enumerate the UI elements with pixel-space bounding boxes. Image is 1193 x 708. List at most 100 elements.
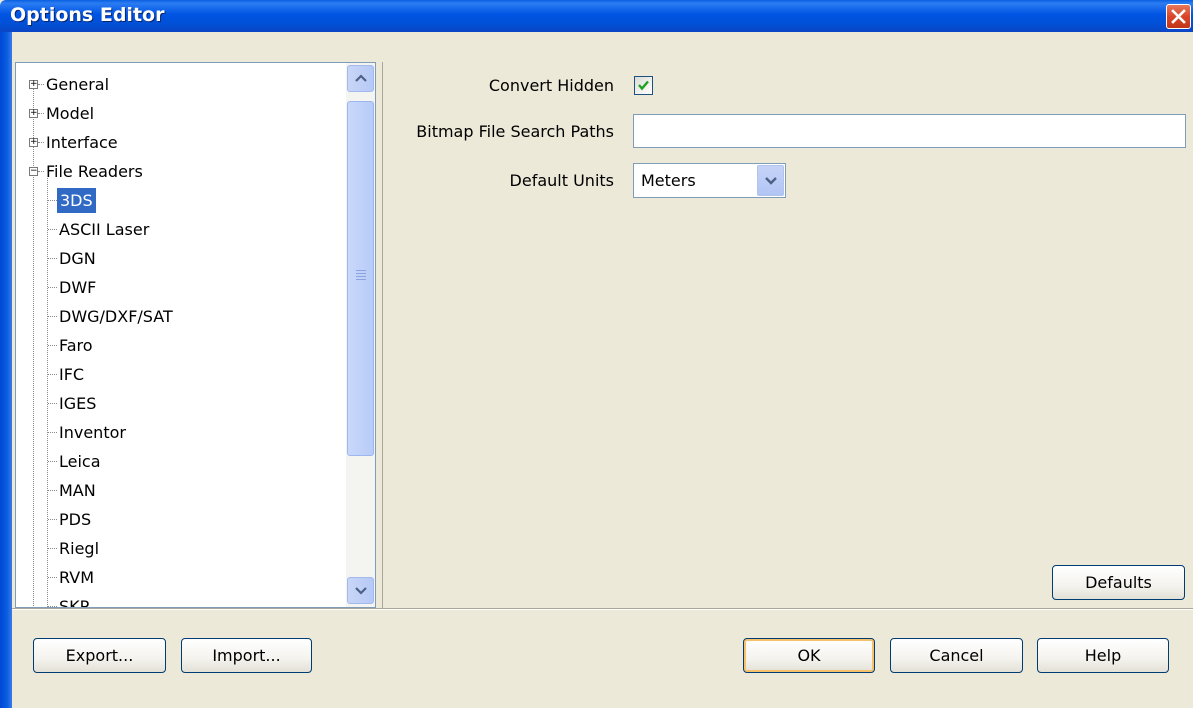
tree-item-label: Inventor: [59, 423, 126, 442]
default-units-label: Default Units: [509, 171, 614, 190]
tree-connector: [48, 258, 57, 259]
tree-connector: [48, 577, 57, 578]
tree-item[interactable]: + Model: [16, 99, 336, 128]
convert-hidden-checkbox[interactable]: [634, 76, 653, 95]
window-frame-left: [0, 32, 12, 708]
tree-connector: [48, 345, 57, 346]
dropdown-arrow-icon: [765, 177, 777, 185]
tree-item-label: DWG/DXF/SAT: [59, 307, 173, 326]
tree-connector: [48, 606, 57, 607]
tree-item-label: Leica: [59, 452, 101, 471]
bottom-separator: [12, 608, 1193, 610]
tree-connector: [48, 461, 57, 462]
checkmark-icon: [638, 80, 649, 91]
tree-item-label: 3DS: [57, 188, 96, 213]
tree-connector: [48, 403, 57, 404]
import-button[interactable]: Import...: [181, 638, 312, 673]
title-bar: Options Editor: [0, 0, 1193, 32]
grip-line: [356, 276, 366, 277]
close-icon: [1171, 9, 1186, 24]
tree-item[interactable]: SKP: [16, 592, 336, 608]
tree-item[interactable]: + Interface: [16, 128, 336, 157]
tree-connector: [48, 374, 57, 375]
window-title: Options Editor: [10, 4, 165, 26]
tree-item-label: RVM: [59, 568, 94, 587]
default-units-value: Meters: [641, 171, 696, 190]
tree-item[interactable]: MAN: [16, 476, 336, 505]
tree-item[interactable]: DGN: [16, 244, 336, 273]
tree-item-label: Faro: [59, 336, 93, 355]
tree-connector: [48, 316, 57, 317]
expand-icon[interactable]: +: [29, 80, 38, 89]
tree-item[interactable]: ASCII Laser: [16, 215, 336, 244]
tree-item[interactable]: Inventor: [16, 418, 336, 447]
tree-item-label: SKP: [59, 597, 90, 608]
tree-item[interactable]: Riegl: [16, 534, 336, 563]
bitmap-paths-label: Bitmap File Search Paths: [416, 122, 614, 141]
bitmap-paths-input[interactable]: [633, 114, 1186, 148]
tree-content: + General + Model + Interface − File Readers 3DS…: [16, 63, 341, 607]
scroll-down-button[interactable]: [347, 577, 374, 604]
close-button[interactable]: [1166, 4, 1191, 29]
expander-glyph: +: [30, 137, 38, 147]
defaults-button[interactable]: Defaults: [1052, 565, 1185, 600]
tree-item-label: DGN: [59, 249, 96, 268]
tree-connector: [48, 519, 57, 520]
tree-connector: [38, 84, 44, 85]
tree-item[interactable]: DWF: [16, 273, 336, 302]
tree-connector: [48, 490, 57, 491]
scroll-up-icon: [355, 74, 367, 82]
tree-item-label: IFC: [59, 365, 85, 384]
grip-line: [356, 279, 366, 280]
grip-line: [356, 270, 366, 271]
options-tree[interactable]: + General + Model + Interface − File Readers 3DS…: [15, 62, 376, 608]
dropdown-button[interactable]: [757, 165, 784, 196]
collapse-icon[interactable]: −: [29, 167, 38, 176]
tree-item[interactable]: Leica: [16, 447, 336, 476]
tree-item-label: Model: [46, 104, 95, 123]
tree-connector: [48, 548, 57, 549]
default-units-select[interactable]: Meters: [633, 163, 786, 198]
tree-connector: [48, 432, 57, 433]
tree-item[interactable]: RVM: [16, 563, 336, 592]
ok-button[interactable]: OK: [743, 638, 875, 673]
tree-item-label: Interface: [46, 133, 118, 152]
tree-item[interactable]: IFC: [16, 360, 336, 389]
tree-item[interactable]: + General: [16, 70, 336, 99]
tree-item-label: Riegl: [59, 539, 100, 558]
tree-connector: [38, 171, 44, 172]
tree-item[interactable]: PDS: [16, 505, 336, 534]
scroll-down-icon: [355, 587, 367, 595]
help-button[interactable]: Help: [1037, 638, 1169, 673]
tree-item-label: General: [46, 75, 110, 94]
tree-connector: [48, 200, 57, 201]
tree-item[interactable]: IGES: [16, 389, 336, 418]
expand-icon[interactable]: +: [29, 138, 38, 147]
tree-item[interactable]: − File Readers: [16, 157, 336, 186]
tree-item-label: DWF: [59, 278, 97, 297]
tree-item-label: MAN: [59, 481, 96, 500]
tree-item-label: File Readers: [46, 162, 143, 181]
tree-item[interactable]: DWG/DXF/SAT: [16, 302, 336, 331]
tree-scrollbar[interactable]: [346, 63, 375, 607]
scroll-up-button[interactable]: [347, 65, 374, 92]
tree-item-label: IGES: [59, 394, 97, 413]
expander-glyph: −: [30, 166, 38, 176]
tree-item-label: ASCII Laser: [59, 220, 150, 239]
tree-item[interactable]: Faro: [16, 331, 336, 360]
panel-splitter[interactable]: [376, 62, 383, 608]
tree-connector: [38, 142, 44, 143]
grip-line: [356, 273, 366, 274]
convert-hidden-label: Convert Hidden: [488, 76, 614, 95]
tree-connector: [38, 113, 44, 114]
export-button[interactable]: Export...: [33, 638, 166, 673]
tree-item[interactable]: 3DS: [16, 186, 336, 215]
tree-item-label: PDS: [59, 510, 92, 529]
tree-connector: [48, 229, 57, 230]
expand-icon[interactable]: +: [29, 109, 38, 118]
tree-connector: [48, 287, 57, 288]
expander-glyph: +: [30, 108, 38, 118]
cancel-button[interactable]: Cancel: [890, 638, 1023, 673]
expander-glyph: +: [30, 79, 38, 89]
scroll-thumb[interactable]: [347, 101, 374, 456]
